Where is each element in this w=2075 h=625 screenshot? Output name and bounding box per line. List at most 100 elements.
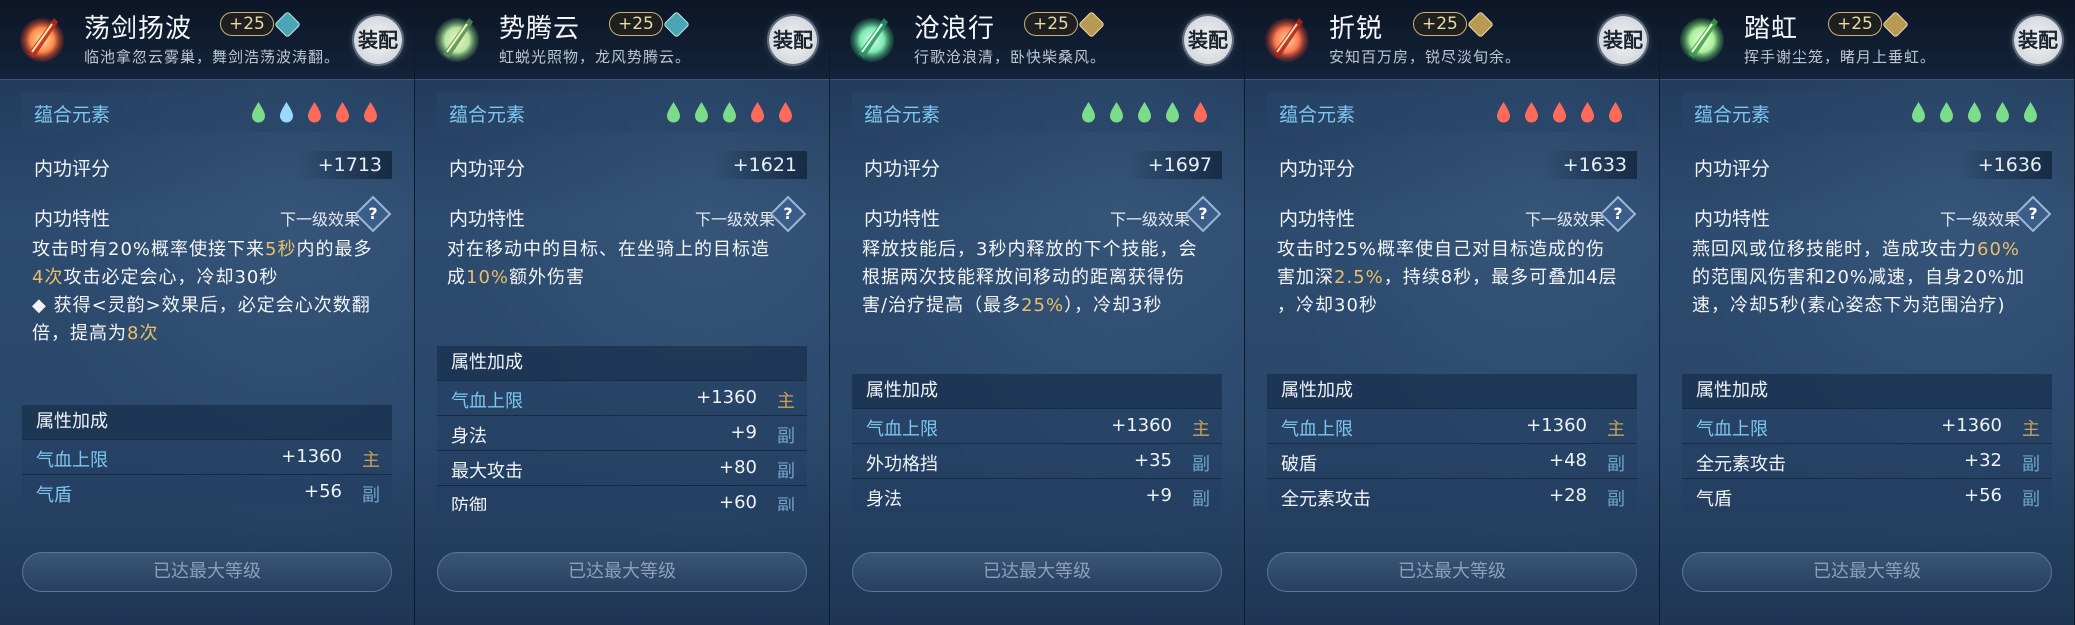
highlight-value: 2.5% xyxy=(1334,267,1384,288)
equip-button[interactable]: 装配 xyxy=(354,16,402,64)
elements-row: 蕴合元素 xyxy=(437,92,807,132)
max-level-button[interactable]: 已达最大等级 xyxy=(1682,552,2052,592)
wood-element-icon xyxy=(1166,102,1179,123)
max-level-button[interactable]: 已达最大等级 xyxy=(1267,552,1637,592)
next-level-link[interactable]: 下一级效果 xyxy=(695,206,775,230)
card-header: 沧浪行 +25 行歌沧浪清，卧快柴桑风。 装配 xyxy=(830,0,1244,80)
card-title: 势腾云 xyxy=(499,14,581,44)
score-value: +1621 xyxy=(712,151,807,179)
fire-element-icon xyxy=(364,102,377,123)
help-icon[interactable]: ? xyxy=(769,195,807,233)
attribute-row: 全元素攻击 +32 副 xyxy=(1682,443,2052,478)
card-description: 安知百万房，锐尽淡旬余。 xyxy=(1329,48,1522,66)
attribute-name: 最大攻击 xyxy=(451,461,523,482)
attribute-row: 气血上限 +1360 主 xyxy=(1267,408,1637,443)
help-icon[interactable]: ? xyxy=(1599,195,1637,233)
trait-text-segment: 额外伤害 xyxy=(509,267,586,288)
attribute-name: 身法 xyxy=(451,426,487,447)
attribute-row: 最大攻击 +80 副 xyxy=(437,450,807,485)
wood-element-icon xyxy=(1912,102,1925,123)
fire-element-icon xyxy=(1553,102,1566,123)
attribute-value: +9 xyxy=(1145,485,1172,506)
level-badge: +25 xyxy=(220,12,274,36)
trait-label: 内功特性 xyxy=(864,208,941,230)
elements-label: 蕴合元素 xyxy=(449,104,526,126)
element-icons xyxy=(666,101,793,123)
fire-element-icon xyxy=(751,102,764,123)
card-header: 荡剑扬波 +25 临池拿忽云雾巢，舞剑浩荡波涛翻。 装配 xyxy=(0,0,414,80)
trait-text-segment: 攻击必定会心，冷却30秒 xyxy=(63,267,279,288)
card-description: 行歌沧浪清，卧快柴桑风。 xyxy=(914,48,1107,66)
trait-line: 倍，提高为8次 xyxy=(32,320,386,348)
sub-stat-tag: 副 xyxy=(2022,489,2040,510)
attribute-value: +32 xyxy=(1964,450,2002,471)
wood-element-icon xyxy=(723,102,736,123)
equip-button[interactable]: 装配 xyxy=(1184,16,1232,64)
main-stat-tag: 主 xyxy=(362,450,380,471)
wood-element-icon xyxy=(2024,102,2037,123)
attribute-name: 外功格挡 xyxy=(866,454,938,475)
sub-stat-tag: 副 xyxy=(2022,454,2040,475)
next-level-link[interactable]: 下一级效果 xyxy=(280,206,360,230)
max-level-button[interactable]: 已达最大等级 xyxy=(852,552,1222,592)
equip-button[interactable]: 装配 xyxy=(1599,16,1647,64)
score-label: 内功评分 xyxy=(34,158,111,180)
attribute-value: +1360 xyxy=(1941,415,2002,436)
attribute-value: +1360 xyxy=(1111,415,1172,436)
attribute-name: 气盾 xyxy=(1696,489,1732,510)
next-level-link[interactable]: 下一级效果 xyxy=(1940,206,2020,230)
help-glyph: ? xyxy=(2028,204,2038,223)
equip-button[interactable]: 装配 xyxy=(2014,16,2062,64)
trait-line: 成10%额外伤害 xyxy=(447,264,801,292)
skill-card: 沧浪行 +25 行歌沧浪清，卧快柴桑风。 装配 蕴合元素 内功评分 +1697 内功特性 下一级… xyxy=(830,0,1245,625)
wood-element-icon xyxy=(1940,102,1953,123)
main-stat-tag: 主 xyxy=(777,391,795,412)
trait-text-segment: ◆ 获得<灵韵>效果后，必定会心次数翻 xyxy=(32,295,371,316)
next-level-link[interactable]: 下一级效果 xyxy=(1525,206,1605,230)
help-glyph: ? xyxy=(368,204,378,223)
attribute-name: 全元素攻击 xyxy=(1281,489,1371,510)
trait-line: 燕回风或位移技能时，造成攻击力60% xyxy=(1692,236,2046,264)
attribute-value: +48 xyxy=(1549,450,1587,471)
wood-element-icon xyxy=(252,102,265,123)
equip-button[interactable]: 装配 xyxy=(769,16,817,64)
sub-stat-tag: 副 xyxy=(1607,489,1625,510)
max-level-button[interactable]: 已达最大等级 xyxy=(437,552,807,592)
trait-label: 内功特性 xyxy=(34,208,111,230)
next-level-link[interactable]: 下一级效果 xyxy=(1110,206,1190,230)
help-icon[interactable]: ? xyxy=(1184,195,1222,233)
wood-element-icon xyxy=(1996,102,2009,123)
elements-row: 蕴合元素 xyxy=(852,92,1222,132)
attribute-value: +80 xyxy=(719,457,757,478)
attribute-row: 身法 +9 副 xyxy=(437,415,807,450)
attribute-value: +9 xyxy=(730,422,757,443)
fire-element-icon xyxy=(1581,102,1594,123)
sub-stat-tag: 副 xyxy=(1607,454,1625,475)
card-description: 挥手谢尘笼，睹月上垂虹。 xyxy=(1744,48,1937,66)
wood-element-icon xyxy=(1968,102,1981,123)
elements-label: 蕴合元素 xyxy=(1694,104,1771,126)
attribute-value: +1360 xyxy=(1526,415,1587,436)
help-icon[interactable]: ? xyxy=(354,195,392,233)
trait-text-segment: 内的最多 xyxy=(296,239,373,260)
skill-card: 势腾云 +25 虹蜕光照物，龙风势腾云。 装配 蕴合元素 内功评分 +1621 内功特性 下一级… xyxy=(415,0,830,625)
wood-element-icon xyxy=(667,102,680,123)
help-icon[interactable]: ? xyxy=(2014,195,2052,233)
attribute-value: +28 xyxy=(1549,485,1587,506)
sub-stat-tag: 副 xyxy=(1192,454,1210,475)
attribute-name: 防御 xyxy=(451,496,487,511)
skill-card: 折锐 +25 安知百万房，锐尽淡旬余。 装配 蕴合元素 内功评分 +1633 内功特性 下一级效… xyxy=(1245,0,1660,625)
max-level-button[interactable]: 已达最大等级 xyxy=(22,552,392,592)
jade-cloud-orb-icon xyxy=(429,8,485,68)
card-title: 踏虹 xyxy=(1744,14,1799,44)
fire-element-icon xyxy=(1497,102,1510,123)
highlight-value: 10% xyxy=(466,267,510,288)
attribute-row: 防御 +60 副 xyxy=(437,485,807,511)
sub-stat-tag: 副 xyxy=(777,496,795,511)
score-value: +1713 xyxy=(297,151,392,179)
green-rainbow-orb-icon xyxy=(1674,8,1730,68)
card-header: 踏虹 +25 挥手谢尘笼，睹月上垂虹。 装配 xyxy=(1660,0,2074,80)
score-value: +1636 xyxy=(1957,151,2052,179)
trait-line: 害/治疗提高（最多25%），冷却3秒 xyxy=(862,292,1216,320)
attribute-row: 气盾 +56 副 xyxy=(1682,478,2052,513)
